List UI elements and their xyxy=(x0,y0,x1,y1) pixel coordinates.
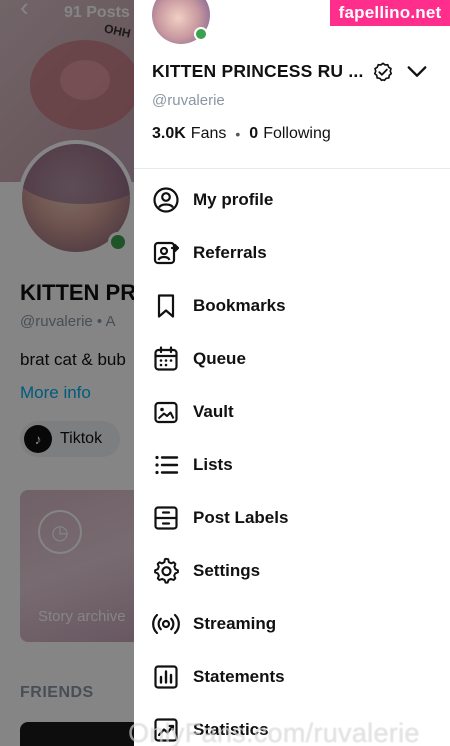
menu-label: Settings xyxy=(193,560,261,580)
watermark-bottom: OnlyFans.com/ruvalerie xyxy=(128,718,420,746)
bookmark-icon xyxy=(157,293,175,318)
streaming-icon xyxy=(152,613,180,634)
menu-label: Lists xyxy=(193,454,233,474)
gear-icon xyxy=(154,557,179,584)
menu-item-bookmarks[interactable]: Bookmarks xyxy=(134,279,450,332)
menu-item-statements[interactable]: Statements xyxy=(134,650,450,703)
side-drawer: KITTEN PRINCESS RU ... @ruvalerie 3.0K F… xyxy=(134,0,450,746)
drawer-handle: @ruvalerie xyxy=(152,92,225,109)
menu-label: Post Labels xyxy=(193,507,289,527)
menu-item-streaming[interactable]: Streaming xyxy=(134,597,450,650)
menu-item-my-profile[interactable]: My profile xyxy=(134,173,450,226)
menu-label: Streaming xyxy=(193,613,277,633)
menu-item-post-labels[interactable]: Post Labels xyxy=(134,491,450,544)
profile-icon xyxy=(153,186,179,213)
divider xyxy=(134,168,450,169)
menu-item-lists[interactable]: Lists xyxy=(134,438,450,491)
statements-icon xyxy=(154,664,178,689)
verified-icon xyxy=(373,62,393,82)
menu-item-settings[interactable]: Settings xyxy=(134,544,450,597)
fans-label[interactable]: Fans xyxy=(191,125,227,143)
menu-item-queue[interactable]: Queue xyxy=(134,332,450,385)
post-labels-icon xyxy=(154,505,178,530)
fans-count[interactable]: 3.0K xyxy=(152,125,186,143)
lists-icon xyxy=(155,455,179,474)
menu-label: Vault xyxy=(193,401,234,421)
referrals-icon xyxy=(153,241,180,264)
vault-icon xyxy=(154,401,178,423)
drawer-display-name: KITTEN PRINCESS RU ... xyxy=(152,61,364,81)
menu-label: Queue xyxy=(193,348,246,368)
menu-label: My profile xyxy=(193,189,274,209)
menu-label: Statements xyxy=(193,666,285,686)
following-label[interactable]: Following xyxy=(263,125,331,143)
watermark-top: fapellino.net xyxy=(330,0,450,26)
calendar-icon xyxy=(154,345,178,371)
menu-label: Bookmarks xyxy=(193,295,286,315)
separator-dot: • xyxy=(235,126,241,142)
menu-item-vault[interactable]: Vault xyxy=(134,385,450,438)
menu-item-referrals[interactable]: Referrals xyxy=(134,226,450,279)
drawer-stats: 3.0K Fans • 0 Following xyxy=(152,125,331,143)
menu-label: Referrals xyxy=(193,242,267,262)
chevron-down-icon[interactable] xyxy=(406,62,428,82)
following-count[interactable]: 0 xyxy=(249,125,258,143)
online-status-dot xyxy=(194,27,208,41)
